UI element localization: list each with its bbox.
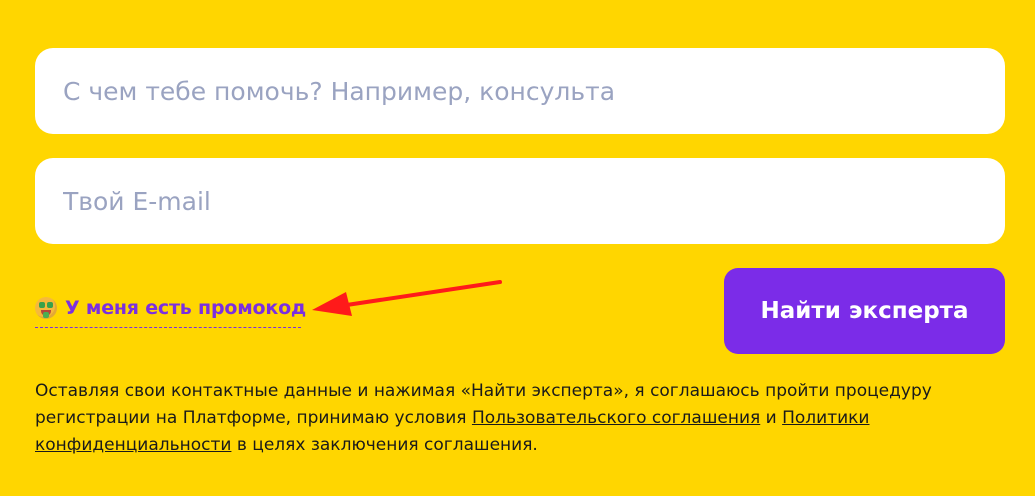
email-field[interactable] (35, 158, 1005, 244)
promo-code-label: У меня есть промокод (65, 297, 307, 319)
consent-text-part-2: и (760, 408, 783, 428)
consent-text-part-3: в целях заключения соглашения. (231, 435, 538, 455)
money-mouth-face-icon (35, 297, 57, 319)
find-expert-button[interactable]: Найти эксперта (724, 268, 1005, 354)
red-arrow-icon (312, 280, 502, 316)
terms-link[interactable]: Пользовательского соглашения (472, 408, 760, 428)
consent-text: Оставляя свои контактные данные и нажима… (35, 378, 1005, 459)
email-input[interactable] (61, 185, 979, 217)
request-input[interactable] (61, 75, 979, 107)
promo-code-link[interactable]: У меня есть промокод (35, 297, 306, 319)
promo-code-underline (35, 327, 301, 328)
request-field[interactable] (35, 48, 1005, 134)
